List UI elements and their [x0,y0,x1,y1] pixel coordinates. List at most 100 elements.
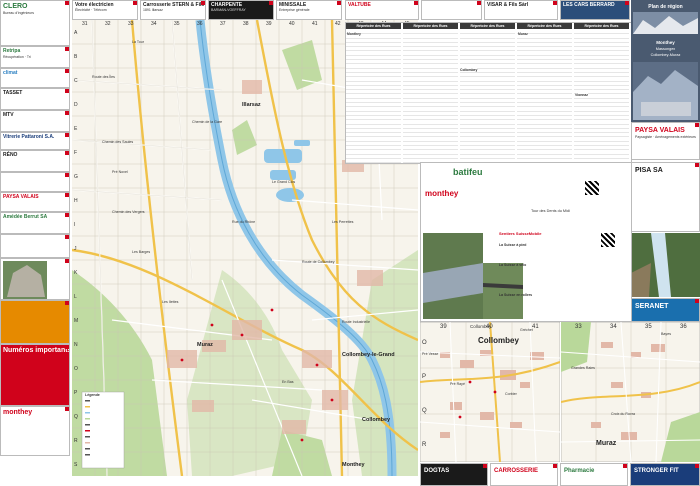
qr-code-2[interactable] [601,233,615,247]
top-ad-sub: BARMAN-VOEFFRAY [211,8,246,12]
place-label: Collombey-le-Grand [342,352,395,358]
right-ad-2[interactable]: SERANET [631,298,700,322]
grid-number-top: 33 [128,21,134,27]
left-ad-1[interactable]: Retripa Récupération · Tri [0,46,70,68]
bottom-ad-title: STRONGER FIT [634,468,679,474]
bottom-ad-title: CARROSSERIE [494,468,539,474]
grid-letter-left: R [74,438,78,444]
bottom-ad-2[interactable]: Pharmacie [560,463,628,486]
right-ad-0[interactable]: PAYSA VALAIS Paysagiste · Aménagements ex… [631,122,700,160]
ad-corner-tag [477,1,481,5]
ad-corner-tag [553,464,557,468]
left-ad-4[interactable]: MTV [0,110,70,132]
bottom-ad-3[interactable]: STRONGER FIT [630,463,700,486]
top-ad-2[interactable]: CHARPENTE BARMAN-VOEFFRAY [208,0,274,20]
grid-letter-left: P [74,390,78,396]
left-ad-10[interactable] [0,234,70,258]
index-column [346,30,401,164]
index-section-heading: Vionnaz [575,93,588,97]
top-ad-sub: Entreprise générale [279,8,310,12]
ad-corner-tag [625,1,629,5]
street-label: Pré Novel [112,170,128,174]
cover-place-2: Massongex [655,47,676,51]
grid-number-top: 39 [266,21,272,27]
street-label: Route de Collombey [302,260,335,264]
bottom-ad-0[interactable]: DOGTAS [420,463,488,486]
left-ad-title: RÉNO [3,152,18,158]
top-ad-1[interactable]: Carrosserie STERN & Fils 1891 Illarsaz [140,0,206,20]
grid-letter-left: M [74,318,79,324]
index-section-heading: Monthey [347,32,361,36]
grid-letter-left: K [74,270,78,276]
ad-corner-tag [695,299,699,303]
grid-letter-left: J [74,246,77,252]
inset1-col-number: 40 [486,324,493,330]
left-ad-12[interactable]: BMS [0,300,70,344]
left-ad-9[interactable]: Amédée Berrut SA [0,212,70,234]
left-ad-0[interactable]: CLERO Bureau d'ingénieurs [0,0,70,46]
top-ad-title: VISAR & Fils Sàrl [487,2,529,8]
left-ad-8[interactable]: PAYSA VALAIS [0,192,70,212]
top-ad-4[interactable]: VALTUBE [345,0,419,20]
top-ad-5[interactable] [421,0,482,20]
street-label: Chemin des Saules [102,140,134,144]
left-ad-13[interactable]: Numéros importants [0,344,70,406]
index-row [346,163,401,164]
street-label: Les Barges [132,250,151,254]
left-ad-2[interactable]: climat [0,68,70,88]
left-ad-3[interactable]: TASSET [0,88,70,110]
inset1-place: Pré Vesse [422,352,439,356]
grid-number-top: 31 [82,21,88,27]
top-ad-7[interactable]: LES CARS BERRARD [560,0,630,20]
index-column-header: Répertoire des Rues [460,23,515,29]
inset2-col-number: 33 [575,324,582,330]
inset1-row-letter: O [422,340,427,346]
index-section-heading: Collombey [460,68,478,72]
ad-corner-tag [623,464,627,468]
left-ad-14[interactable]: monthey [0,406,70,456]
right-ad-1[interactable]: PISA SA [631,162,700,232]
street-label: Chemin des Vergers [112,210,145,214]
top-ad-3[interactable]: MINISSALE Entreprise générale [276,0,342,20]
inset2-place: Muraz [596,440,617,447]
ad-corner-tag [65,193,69,197]
index-column [403,30,458,163]
top-ad-6[interactable]: VISAR & Fils Sàrl [484,0,558,20]
cover-place-3: Collombey-Muraz [650,53,681,57]
ad-corner-tag [65,173,69,177]
ad-corner-tag [65,69,69,73]
ad-corner-tag [414,1,418,5]
ad-corner-tag [65,89,69,93]
qr-code-1[interactable] [585,181,599,195]
street-label: Route Industrielle [342,320,370,324]
street-label: Rue du Rhône [232,220,256,224]
index-column-header: Répertoire des Rues [574,23,629,29]
bottom-ad-1[interactable]: CARROSSERIE [490,463,558,486]
ad-corner-tag [201,1,205,5]
top-ad-title: VALTUBE [348,2,371,8]
right-ad-title: SERANET [635,303,669,310]
grid-number-top: 38 [243,21,249,27]
left-ad-5[interactable]: Vitrerie Pattaroni S.A. [0,132,70,150]
left-ad-7[interactable] [0,172,70,192]
inset2-col-number: 35 [645,324,652,330]
left-ad-6[interactable]: RÉNO [0,150,70,172]
ad-corner-tag [65,133,69,137]
grid-number-top: 32 [105,21,111,27]
ad-corner-tag [553,1,557,5]
photo-pipeline [423,233,483,319]
batifeu-logo: batifeu [453,167,483,177]
inset1-place: Pré Rayé [450,382,465,386]
grid-letter-left: F [74,150,78,156]
ad-corner-tag [133,1,137,5]
left-ad-11[interactable] [0,258,70,300]
grid-number-top: 36 [197,21,203,27]
inset-map-muraz[interactable] [561,322,700,462]
grid-number-top: 40 [289,21,295,27]
ad-corner-tag [65,151,69,155]
top-ad-0[interactable]: Votre électricien Électricité · Télécom [72,0,138,20]
ad-corner-tag [269,1,273,5]
top-ad-title: LES CARS BERRARD [563,2,615,8]
index-column [517,30,572,163]
place-label: Muraz [197,342,213,348]
